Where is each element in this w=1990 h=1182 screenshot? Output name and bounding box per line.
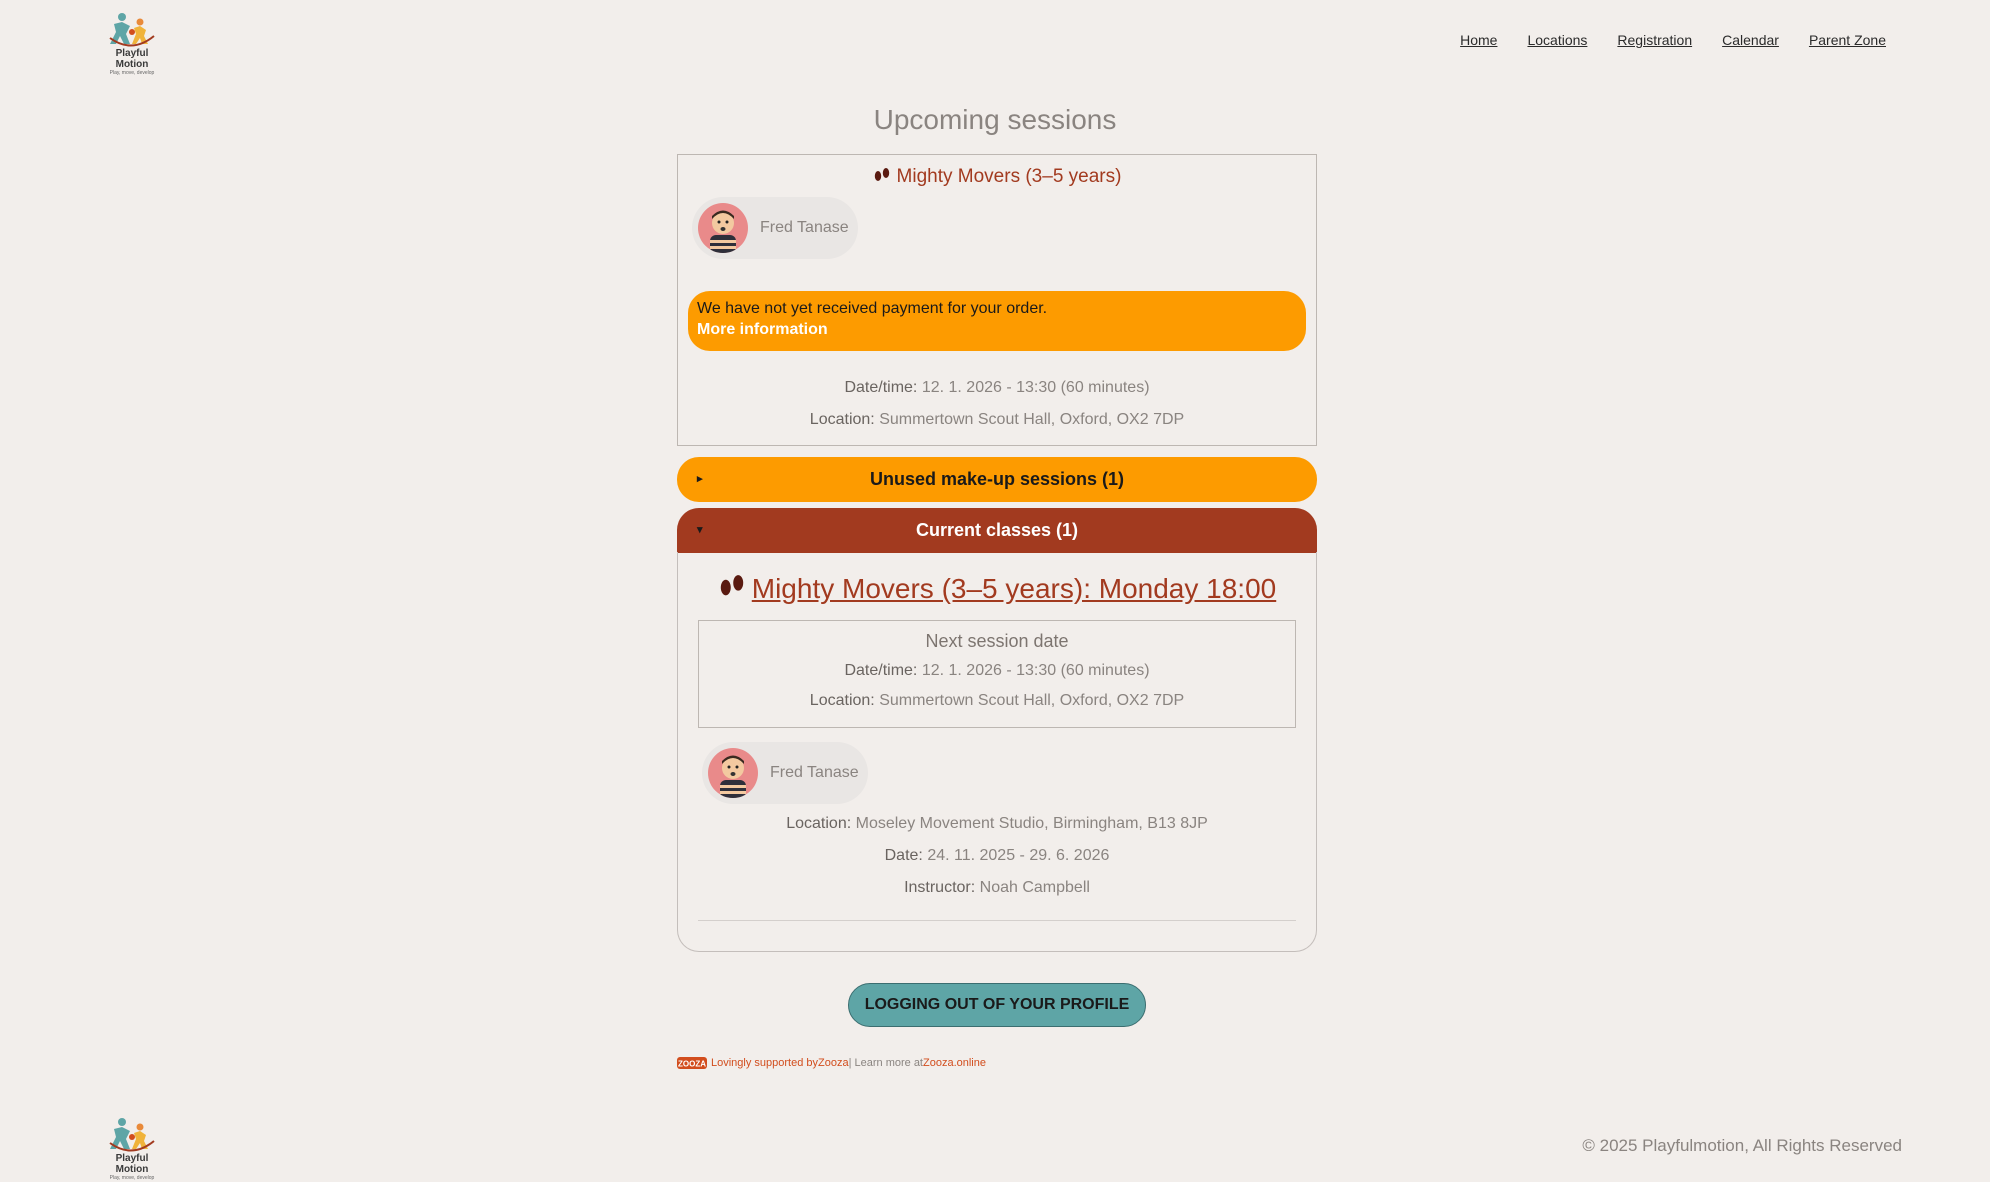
zooza-link[interactable]: Zooza	[818, 1057, 849, 1069]
class-location: Location: Moseley Movement Studio, Birmi…	[678, 815, 1316, 833]
copyright: © 2025 Playfulmotion, All Rights Reserve…	[1582, 1136, 1902, 1155]
makeup-sessions-label: Unused make-up sessions (1)	[869, 469, 1125, 489]
more-information-link[interactable]: More information	[697, 321, 1297, 339]
nav-calendar[interactable]: Calendar	[1722, 32, 1779, 48]
class-instructor-value: Noah Campbell	[979, 879, 1090, 896]
current-classes-panel: Mighty Movers (3–5 years): Monday 18:00 …	[677, 552, 1317, 952]
footprints-icon	[720, 575, 743, 596]
avatar-icon	[720, 755, 746, 798]
class-location-label: Location:	[786, 815, 852, 832]
session-datetime: Date/time: 12. 1. 2026 - 13:30 (60 minut…	[678, 379, 1316, 397]
class-title-link[interactable]: Mighty Movers (3–5 years): Monday 18:00	[678, 572, 1316, 605]
logout-button[interactable]: LOGGING OUT OF YOUR PROFILE	[848, 983, 1146, 1027]
class-date-value: 24. 11. 2025 - 29. 6. 2026	[927, 847, 1110, 864]
logo-figures-icon	[109, 1118, 155, 1152]
powered-by: ZOOZA Lovingly supported by Zooza | Lear…	[677, 1056, 986, 1070]
class-instructor: Instructor: Noah Campbell	[678, 879, 1316, 897]
session-card: Mighty Movers (3–5 years) Fred Tanase We…	[677, 154, 1317, 446]
session-title: Mighty Movers (3–5 years)	[678, 166, 1316, 188]
svg-text:ZOOZA: ZOOZA	[678, 1060, 706, 1069]
class-instructor-label: Instructor:	[904, 879, 976, 896]
divider	[698, 920, 1296, 921]
logo-figures-icon	[109, 13, 155, 47]
next-session-location: Location: Summertown Scout Hall, Oxford,…	[699, 692, 1295, 710]
next-datetime-label: Date/time:	[844, 662, 918, 679]
child-chip[interactable]: Fred Tanase	[692, 197, 858, 259]
child-chip[interactable]: Fred Tanase	[702, 742, 868, 804]
main-nav: Home Locations Registration Calendar Par…	[1460, 32, 1886, 48]
zooza-online-link[interactable]: Zooza.online	[923, 1057, 986, 1069]
logo-name: Playful Motion	[115, 48, 149, 70]
current-classes-accordion[interactable]: ▾ Current classes (1)	[677, 508, 1317, 553]
powered-mid: | Learn more at	[848, 1057, 923, 1069]
makeup-sessions-accordion[interactable]: ▸ Unused make-up sessions (1)	[677, 457, 1317, 502]
next-session-heading: Next session date	[925, 631, 1069, 651]
page-title: Upcoming sessions	[873, 104, 1117, 135]
session-datetime-value: 12. 1. 2026 - 13:30 (60 minutes)	[921, 379, 1150, 396]
nav-parent-zone[interactable]: Parent Zone	[1809, 32, 1886, 48]
class-date-label: Date:	[884, 847, 923, 864]
nav-locations[interactable]: Locations	[1527, 32, 1587, 48]
next-location-label: Location:	[809, 692, 875, 709]
child-name: Fred Tanase	[770, 764, 859, 781]
avatar-icon	[710, 210, 736, 253]
session-location-label: Location:	[809, 411, 875, 428]
current-classes-label: Current classes (1)	[915, 520, 1079, 540]
logo-tagline: Play, move, develop	[109, 70, 155, 76]
zooza-logo-icon: ZOOZA	[677, 1057, 707, 1069]
nav-home[interactable]: Home	[1460, 32, 1497, 48]
payment-alert-message: We have not yet received payment for you…	[697, 300, 1048, 317]
powered-lead: Lovingly supported by	[711, 1057, 819, 1069]
class-title-text: Mighty Movers (3–5 years): Monday 18:00	[751, 573, 1277, 604]
class-date: Date: 24. 11. 2025 - 29. 6. 2026	[678, 847, 1316, 865]
expand-arrow-icon: ▸	[697, 473, 703, 485]
next-location-value: Summertown Scout Hall, Oxford, OX2 7DP	[879, 692, 1185, 709]
payment-alert: We have not yet received payment for you…	[688, 291, 1306, 351]
child-name: Fred Tanase	[760, 219, 849, 236]
next-datetime-value: 12. 1. 2026 - 13:30 (60 minutes)	[921, 662, 1150, 679]
child-avatar	[698, 203, 748, 253]
footer-logo[interactable]: Playful Motion Play, move, develop	[100, 1115, 164, 1181]
logo-tagline: Play, move, develop	[109, 1175, 155, 1181]
session-location: Location: Summertown Scout Hall, Oxford,…	[678, 411, 1316, 429]
brand-logo[interactable]: Playful Motion Play, move, develop	[100, 10, 164, 76]
footprints-icon	[874, 168, 889, 181]
collapse-arrow-icon: ▾	[697, 524, 703, 536]
next-session-datetime: Date/time: 12. 1. 2026 - 13:30 (60 minut…	[699, 662, 1295, 680]
next-session-box: Next session date Date/time: 12. 1. 2026…	[698, 620, 1296, 728]
logo-name: Playful Motion	[115, 1153, 149, 1175]
child-avatar	[708, 748, 758, 798]
session-location-value: Summertown Scout Hall, Oxford, OX2 7DP	[879, 411, 1185, 428]
nav-registration[interactable]: Registration	[1617, 32, 1692, 48]
class-location-value: Moseley Movement Studio, Birmingham, B13…	[855, 815, 1208, 832]
session-datetime-label: Date/time:	[844, 379, 918, 396]
session-title-text: Mighty Movers (3–5 years)	[896, 166, 1122, 187]
